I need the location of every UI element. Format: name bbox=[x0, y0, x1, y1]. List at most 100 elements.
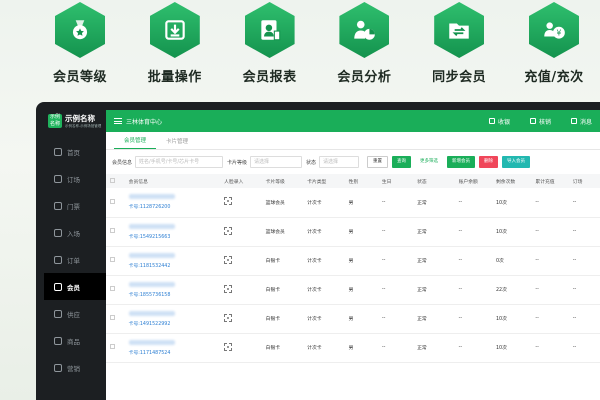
sidebar-item-booking[interactable]: 订场 bbox=[44, 165, 106, 192]
sidebar-item-label: 订单 bbox=[67, 256, 80, 265]
tab-member-management[interactable]: 会员管理 bbox=[114, 136, 157, 149]
query-button[interactable]: 查询 bbox=[392, 156, 412, 168]
cell-total: -- bbox=[531, 304, 569, 334]
column-header: 卡片等级 bbox=[261, 174, 304, 188]
face-cell bbox=[220, 304, 262, 334]
sidebar-item-supply[interactable]: 供应 bbox=[44, 300, 106, 327]
message-button[interactable]: 消息 bbox=[570, 117, 592, 126]
cell-status: 正常 bbox=[413, 304, 455, 334]
status-select[interactable]: 请选择 bbox=[319, 156, 360, 168]
sidebar-item-label: 供应 bbox=[67, 310, 80, 319]
more-filter-button[interactable]: 更多筛选 bbox=[415, 156, 444, 168]
feature-recharge[interactable]: ¥ 充值/充次 bbox=[514, 0, 594, 92]
cell-balance: -- bbox=[454, 275, 492, 305]
row-select-cell[interactable] bbox=[106, 304, 125, 334]
verify-icon bbox=[529, 118, 536, 124]
face-cell bbox=[220, 275, 262, 305]
checkbox-icon[interactable] bbox=[110, 286, 115, 291]
row-select-cell[interactable] bbox=[106, 246, 125, 276]
checkbox-icon[interactable] bbox=[110, 315, 115, 320]
face-cell bbox=[220, 188, 262, 218]
checkbox-icon[interactable] bbox=[110, 228, 115, 233]
download-box-icon bbox=[149, 2, 200, 58]
face-cell bbox=[220, 246, 262, 276]
face-scan-icon[interactable] bbox=[224, 284, 233, 293]
checkbox-icon[interactable] bbox=[110, 198, 115, 204]
user-report-icon bbox=[244, 2, 295, 58]
cell-sex: 男 bbox=[344, 217, 378, 247]
face-scan-icon[interactable] bbox=[224, 197, 233, 206]
row-select-cell[interactable] bbox=[106, 333, 125, 363]
cashier-label: 收银 bbox=[497, 118, 510, 126]
table-row[interactable]: 卡号:1855736158 白银卡 计次卡男 -- 正常 -- 22次 -- -- bbox=[106, 275, 600, 305]
sidebar-item-products[interactable]: 商品 bbox=[44, 327, 106, 354]
cell-total: -- bbox=[531, 246, 569, 276]
member-search-input[interactable]: 姓名/手机号/卡号/芯片卡号 bbox=[135, 156, 224, 168]
verify-button[interactable]: 核销 bbox=[529, 117, 551, 126]
checkbox-icon[interactable] bbox=[110, 177, 115, 183]
sidebar-item-label: 商品 bbox=[67, 337, 80, 346]
row-select-cell[interactable] bbox=[106, 275, 125, 305]
logo-name: 示例名称 bbox=[65, 114, 95, 123]
add-member-button[interactable]: 新增会员 bbox=[447, 156, 476, 168]
feature-batch-operation[interactable]: 批量操作 bbox=[135, 0, 215, 92]
sidebar-item-members[interactable]: 会员 bbox=[44, 273, 106, 300]
card-number-link[interactable]: 卡号:1171487524 bbox=[129, 351, 171, 356]
tab-bar: 会员管理 卡片管理 bbox=[106, 132, 600, 150]
sidebar-item-home[interactable]: 首页 bbox=[44, 138, 106, 165]
feature-member-level[interactable]: 会员等级 bbox=[40, 0, 120, 92]
select-all-checkbox[interactable] bbox=[106, 174, 125, 188]
table-row[interactable]: 卡号:1491522992 白银卡 计次卡男 -- 正常 -- 10次 -- -- bbox=[106, 304, 600, 334]
table-header-row: 会员信息 人脸录入 卡片等级 卡片类型 性别 生日 状态 账户余额 剩余次数 累计充值 订场 bbox=[106, 174, 600, 188]
checkbox-icon[interactable] bbox=[110, 344, 115, 349]
card-number-link[interactable]: 卡号:1181532442 bbox=[129, 264, 171, 269]
row-select-cell[interactable] bbox=[106, 217, 125, 247]
member-table: 会员信息 人脸录入 卡片等级 卡片类型 性别 生日 状态 账户余额 剩余次数 累计充值 订场 卡号:… bbox=[106, 174, 600, 363]
face-cell bbox=[220, 333, 262, 363]
face-scan-icon[interactable] bbox=[224, 255, 233, 264]
row-select-cell[interactable] bbox=[106, 188, 125, 218]
face-scan-icon[interactable] bbox=[224, 313, 233, 322]
feature-sync-member[interactable]: 同步会员 bbox=[419, 0, 499, 92]
sidebar-item-tickets[interactable]: 门票 bbox=[44, 192, 106, 219]
sidebar-item-label: 会员 bbox=[67, 283, 80, 292]
table-row[interactable]: 卡号:1171487524 白银卡 计次卡男 -- 正常 -- 10次 -- -- bbox=[106, 333, 600, 363]
cell-total: -- bbox=[531, 188, 569, 218]
menu-toggle-icon[interactable] bbox=[114, 118, 122, 124]
megaphone-icon bbox=[54, 363, 62, 372]
feature-label: 会员等级 bbox=[52, 70, 107, 85]
table-row[interactable]: 卡号:1549215663 篮球会员 计次卡男 -- 正常 -- 10次 -- -- bbox=[106, 217, 600, 247]
card-number-link[interactable]: 卡号:1491522992 bbox=[129, 322, 171, 327]
tab-card-management[interactable]: 卡片管理 bbox=[156, 137, 198, 149]
card-number-link[interactable]: 卡号:1855736158 bbox=[129, 293, 171, 298]
sidebar-item-entry[interactable]: 入场 bbox=[44, 219, 106, 246]
delete-button[interactable]: 删除 bbox=[479, 156, 499, 168]
level-select[interactable]: 请选择 bbox=[250, 156, 303, 168]
user-chart-icon bbox=[339, 2, 390, 58]
sidebar-item-label: 订场 bbox=[67, 175, 80, 184]
member-info-cell: 卡号:1491522992 bbox=[124, 304, 221, 334]
import-member-button[interactable]: 导入会员 bbox=[502, 156, 531, 168]
cell-sex: 男 bbox=[344, 304, 378, 334]
venue-name[interactable]: 三林体育中心 bbox=[126, 117, 162, 126]
card-number-link[interactable]: 卡号:1128726200 bbox=[129, 205, 171, 210]
column-header: 性别 bbox=[344, 174, 378, 188]
checkbox-icon[interactable] bbox=[110, 257, 115, 262]
sidebar-item-marketing[interactable]: 营销 bbox=[44, 354, 106, 381]
sidebar-item-label: 首页 bbox=[67, 148, 80, 157]
verify-label: 核销 bbox=[538, 118, 551, 126]
feature-member-analysis[interactable]: 会员分析 bbox=[324, 0, 404, 92]
bag-icon bbox=[54, 336, 62, 345]
feature-member-report[interactable]: 会员报表 bbox=[230, 0, 310, 92]
reset-button[interactable]: 重置 bbox=[367, 156, 389, 168]
sidebar-item-orders[interactable]: 订单 bbox=[44, 246, 106, 273]
card-number-link[interactable]: 卡号:1549215663 bbox=[129, 235, 171, 240]
cashier-button[interactable]: 收银 bbox=[488, 117, 510, 126]
cell-balance: -- bbox=[454, 217, 492, 247]
table-row[interactable]: 卡号:1181532442 白银卡 计次卡男 -- 正常 -- 0次 -- -- bbox=[106, 246, 600, 276]
table-row[interactable]: 卡号:1128726200 篮球会员 计次卡男 -- 正常 -- 10次 -- -- bbox=[106, 188, 600, 218]
cell-type: 计次卡 bbox=[303, 246, 345, 276]
face-scan-icon[interactable] bbox=[224, 226, 233, 235]
face-scan-icon[interactable] bbox=[224, 342, 233, 351]
cell-status: 正常 bbox=[413, 275, 455, 305]
